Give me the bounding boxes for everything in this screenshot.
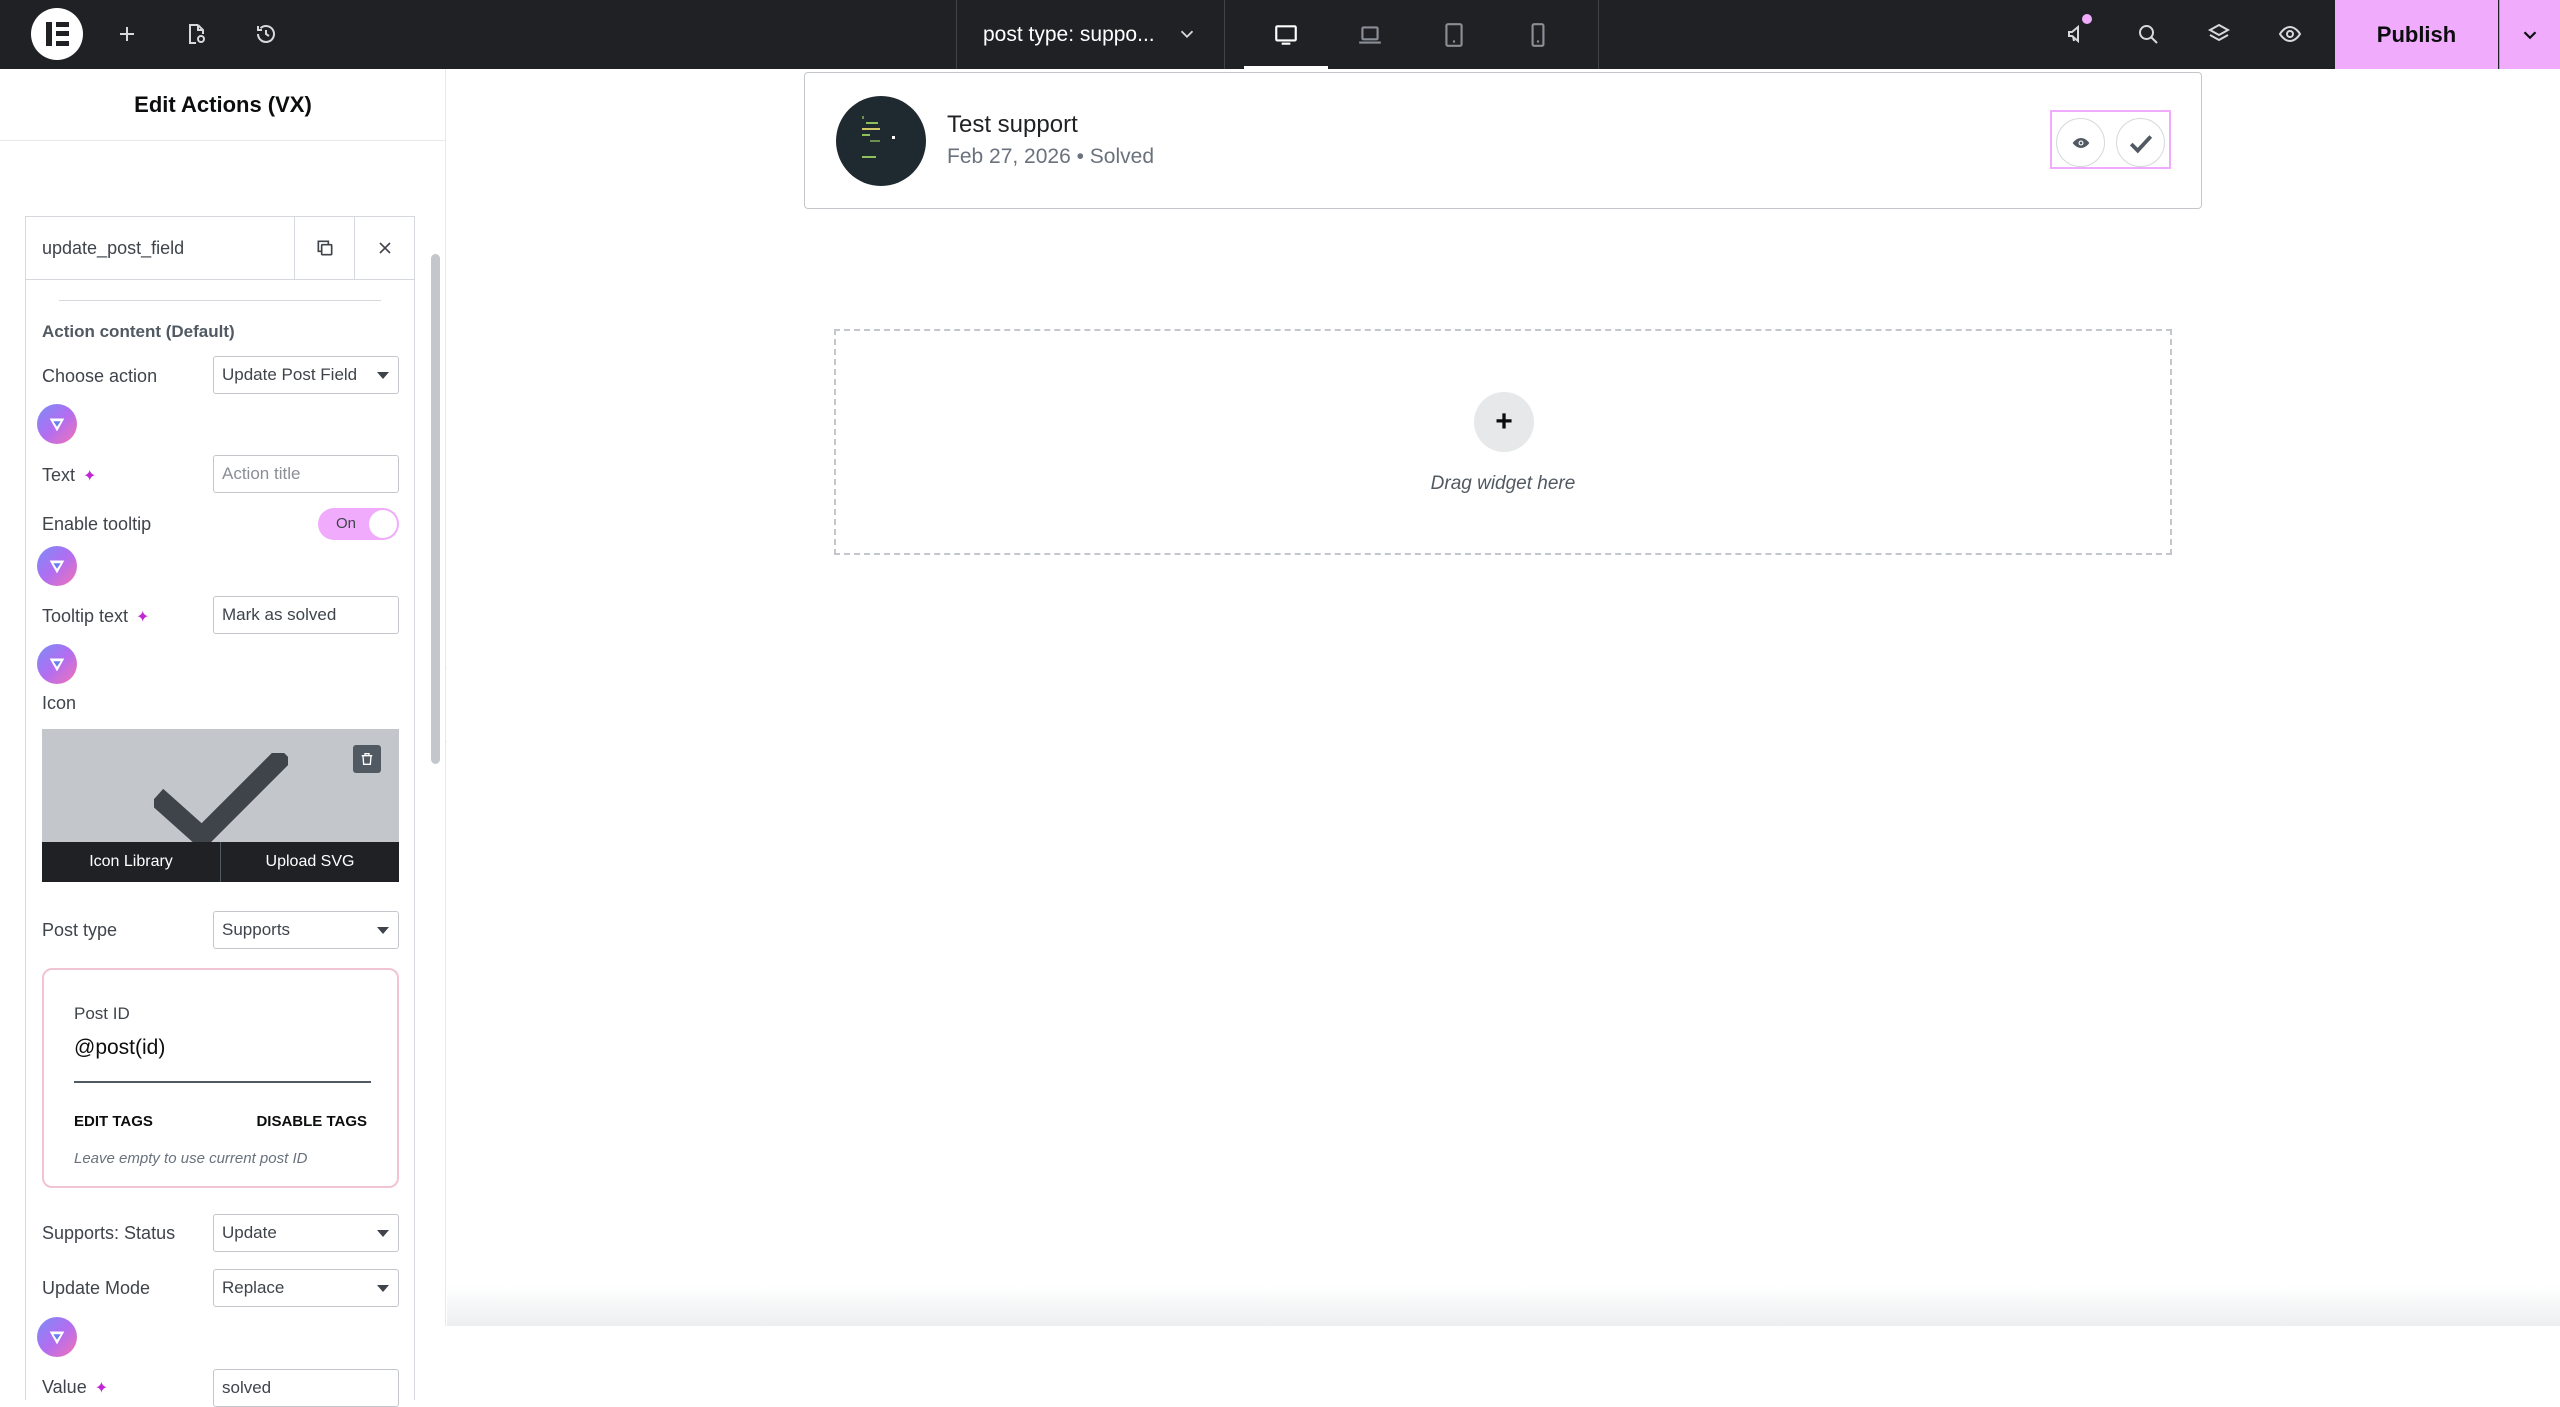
post-id-hint: Leave empty to use current post ID — [74, 1150, 307, 1167]
supports-status-select[interactable]: Update — [213, 1214, 399, 1252]
desktop-icon[interactable] — [1244, 0, 1328, 69]
repeater-item-title[interactable]: update_post_field — [26, 217, 294, 279]
add-icon[interactable] — [107, 14, 147, 54]
preview-icon[interactable] — [2270, 14, 2310, 54]
tooltip-text-label-text: Tooltip text — [42, 606, 128, 627]
mobile-icon[interactable] — [1496, 0, 1580, 69]
tooltip-text-input[interactable] — [213, 596, 399, 634]
panel-title: Edit Actions (VX) — [0, 69, 446, 141]
document-title: post type: suppo... — [983, 23, 1155, 47]
drop-zone-text: Drag widget here — [836, 473, 2170, 495]
post-id-label: Post ID — [74, 1004, 130, 1024]
divider — [74, 1081, 371, 1083]
toggle-knob — [369, 510, 397, 538]
post-type-label-text: Post type — [42, 920, 117, 941]
close-icon[interactable] — [354, 217, 414, 279]
eye-icon — [2071, 133, 2091, 153]
view-action-button[interactable] — [2056, 118, 2105, 167]
icon-label: Icon — [42, 693, 76, 714]
post-id-value[interactable]: @post(id) — [74, 1036, 165, 1060]
enable-tooltip-toggle[interactable]: On — [318, 508, 399, 540]
publish-options-button[interactable] — [2499, 0, 2560, 69]
post-title[interactable]: Test support — [947, 111, 1078, 139]
disable-tags-button[interactable]: DISABLE TAGS — [256, 1113, 367, 1130]
laptop-icon[interactable] — [1328, 0, 1412, 69]
drop-zone[interactable]: + Drag widget here — [834, 329, 2172, 555]
tablet-icon[interactable] — [1412, 0, 1496, 69]
document-title-dropdown[interactable]: post type: suppo... — [956, 0, 1225, 69]
post-meta: Feb 27, 2026 • Solved — [947, 145, 1154, 169]
choose-action-label-text: Choose action — [42, 366, 157, 387]
post-id-dynamic-tag[interactable]: Post ID @post(id) EDIT TAGS DISABLE TAGS… — [42, 968, 399, 1188]
ai-sparkle-icon[interactable]: ✦ — [136, 607, 149, 627]
device-switcher — [1225, 0, 1599, 69]
publish-button[interactable]: Publish — [2335, 0, 2498, 69]
trash-icon[interactable] — [353, 745, 381, 773]
elementor-logo[interactable] — [31, 8, 83, 60]
enable-tooltip-label: Enable tooltip — [42, 514, 151, 535]
editor-panel: Edit Actions (VX) update_post_field Acti… — [0, 69, 446, 1326]
ai-sparkle-icon[interactable]: ✦ — [83, 466, 96, 486]
post-thumbnail — [836, 96, 926, 186]
text-label: Text ✦ — [42, 465, 96, 486]
supports-status-label-text: Supports: Status — [42, 1223, 175, 1244]
vx-dynamic-icon[interactable] — [37, 546, 77, 586]
toggle-state: On — [336, 515, 356, 532]
mark-solved-action-button[interactable] — [2116, 118, 2165, 167]
page-settings-icon[interactable] — [176, 14, 216, 54]
chevron-down-icon — [1176, 23, 1198, 51]
post-type-select[interactable]: Supports — [213, 911, 399, 949]
chevron-down-icon — [2519, 24, 2541, 46]
update-mode-label-text: Update Mode — [42, 1278, 150, 1299]
add-widget-button[interactable]: + — [1474, 392, 1534, 452]
divider — [59, 300, 381, 301]
section-title: Action content (Default) — [42, 322, 235, 342]
icon-label-text: Icon — [42, 693, 76, 714]
notification-dot — [2082, 14, 2092, 24]
enable-tooltip-label-text: Enable tooltip — [42, 514, 151, 535]
choose-action-select[interactable]: Update Post Field — [213, 356, 399, 394]
upload-svg-button[interactable]: Upload SVG — [220, 842, 399, 882]
duplicate-icon[interactable] — [294, 217, 354, 279]
preview-canvas: Test support Feb 27, 2026 • Solved + Dra… — [447, 69, 2560, 1326]
value-label-text: Value — [42, 1377, 87, 1398]
update-mode-label: Update Mode — [42, 1278, 150, 1299]
vx-dynamic-icon[interactable] — [37, 644, 77, 684]
search-icon[interactable] — [2128, 14, 2168, 54]
post-card[interactable]: Test support Feb 27, 2026 • Solved — [804, 72, 2202, 209]
edit-tags-button[interactable]: EDIT TAGS — [74, 1113, 153, 1130]
checkmark-icon — [2128, 130, 2154, 156]
post-type-label: Post type — [42, 920, 117, 941]
vx-dynamic-icon[interactable] — [37, 404, 77, 444]
top-bar: post type: suppo... Publish — [0, 0, 2560, 69]
icon-picker-actions: Icon Library Upload SVG — [42, 842, 399, 882]
choose-action-label: Choose action — [42, 366, 157, 387]
icon-picker[interactable]: Icon Library Upload SVG — [42, 729, 399, 882]
repeater-item-body: Action content (Default) Choose action U… — [25, 280, 415, 1400]
post-actions-widget[interactable] — [2050, 110, 2171, 169]
supports-status-label: Supports: Status — [42, 1223, 175, 1244]
value-input[interactable] — [213, 1369, 399, 1407]
icon-library-button[interactable]: Icon Library — [42, 842, 220, 882]
history-icon[interactable] — [246, 14, 286, 54]
text-label-text: Text — [42, 465, 75, 486]
vx-dynamic-icon[interactable] — [37, 1317, 77, 1357]
tooltip-text-label: Tooltip text ✦ — [42, 606, 149, 627]
update-mode-select[interactable]: Replace — [213, 1269, 399, 1307]
structure-icon[interactable] — [2199, 14, 2239, 54]
value-label: Value ✦ — [42, 1377, 108, 1398]
ai-sparkle-icon[interactable]: ✦ — [95, 1378, 108, 1398]
text-input[interactable] — [213, 455, 399, 493]
whats-new-icon[interactable] — [2057, 14, 2097, 54]
repeater-item-header[interactable]: update_post_field — [25, 216, 415, 280]
canvas-bottom-fade — [447, 1286, 2560, 1326]
panel-scrollbar[interactable] — [431, 254, 440, 764]
